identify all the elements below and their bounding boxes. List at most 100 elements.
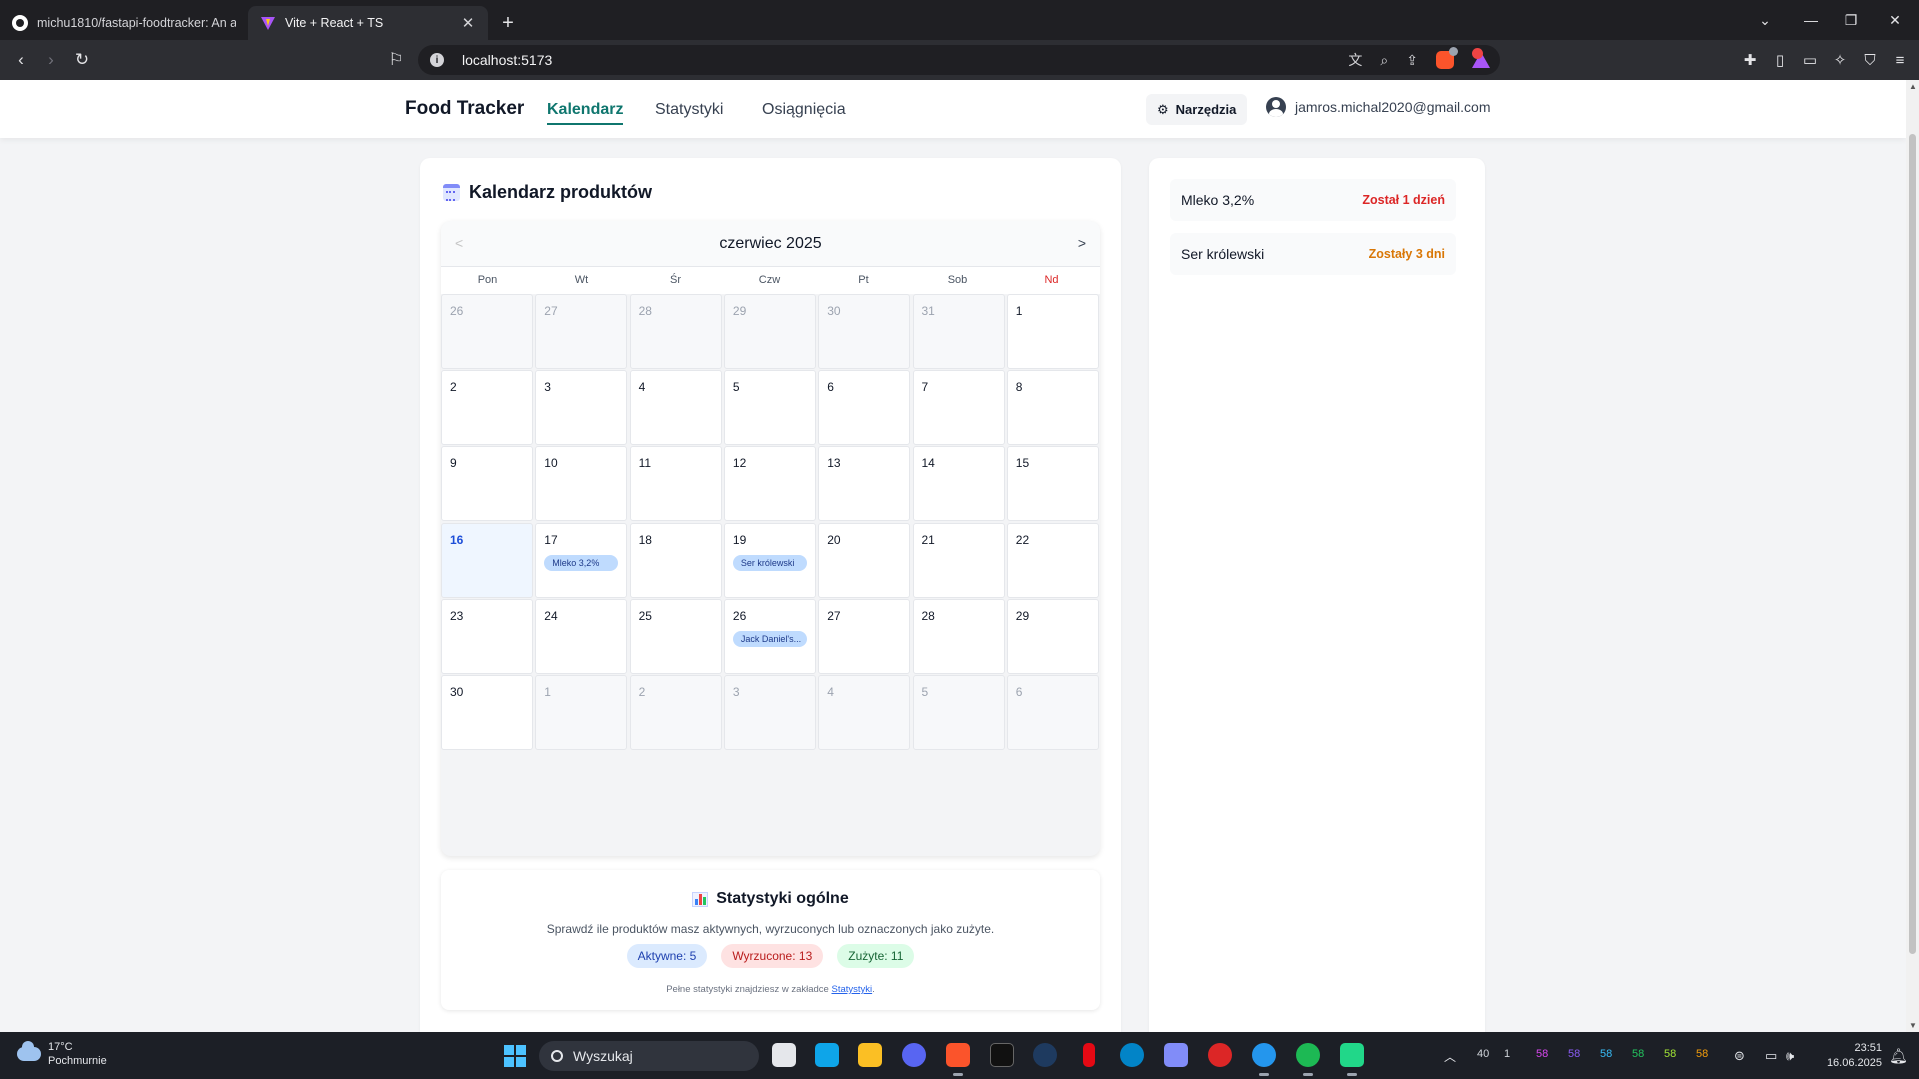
reload-icon[interactable]: ↻ — [67, 45, 97, 75]
calendar-day[interactable]: 2 — [441, 370, 533, 446]
task-view-icon[interactable] — [772, 1043, 796, 1067]
calendar-day[interactable]: 20 — [818, 522, 911, 598]
brave-shields-icon[interactable] — [1436, 47, 1458, 69]
scroll-up-icon[interactable]: ▲ — [1909, 82, 1917, 91]
page-scrollbar[interactable]: ▲ ▼ — [1906, 80, 1919, 1032]
calendar-day[interactable]: 26 — [441, 294, 533, 369]
tray-indicator[interactable]: 40 — [1477, 1048, 1489, 1060]
calendar-day[interactable]: 10 — [535, 446, 628, 522]
calendar-day[interactable]: 7 — [912, 370, 1005, 446]
calendar-day[interactable]: 14 — [912, 446, 1005, 522]
scroll-down-icon[interactable]: ▼ — [1909, 1021, 1917, 1030]
netflix-icon[interactable] — [1083, 1043, 1095, 1067]
notification-bell-icon[interactable]: 🔔︎ — [1889, 1047, 1908, 1065]
menu-icon[interactable]: ≡ — [1889, 49, 1911, 71]
calendar-day[interactable]: 8 — [1006, 370, 1099, 446]
start-button[interactable] — [504, 1045, 526, 1067]
tray-indicator[interactable]: 58 — [1536, 1048, 1548, 1060]
calendar-day[interactable]: 23 — [441, 598, 533, 674]
close-icon[interactable]: ✕ — [460, 14, 476, 32]
discord-icon[interactable] — [902, 1043, 926, 1067]
app-brand[interactable]: Food Tracker — [405, 98, 524, 120]
game-controller-icon[interactable] — [1164, 1043, 1188, 1067]
spotify-icon[interactable] — [1296, 1043, 1320, 1076]
new-tab-button[interactable]: + — [488, 6, 528, 40]
network-icon[interactable]: ⊜ — [1734, 1048, 1745, 1064]
calendar-day[interactable]: 2 — [629, 675, 722, 750]
brave-rewards-icon[interactable] — [1472, 48, 1490, 68]
system-clock[interactable]: 23:51 16.06.2025 — [1818, 1041, 1882, 1071]
chevron-up-icon[interactable]: ︿ — [1444, 1048, 1456, 1065]
browser-tab-github[interactable]: michu1810/fastapi-foodtracker: An a — [0, 6, 248, 40]
share-icon[interactable]: ⇪ — [1406, 52, 1418, 69]
nav-achievements[interactable]: Osiągnięcia — [762, 101, 846, 119]
pycharm-icon[interactable] — [1340, 1043, 1364, 1076]
back-icon[interactable]: ‹ — [6, 45, 36, 75]
remote-desktop-icon[interactable] — [1120, 1043, 1144, 1067]
epic-games-icon[interactable] — [990, 1043, 1014, 1067]
scrollbar-thumb[interactable] — [1909, 134, 1916, 954]
calendar-day[interactable]: 5 — [912, 675, 1005, 750]
calendar-day[interactable]: 21 — [912, 522, 1005, 598]
calendar-day[interactable]: 1 — [1006, 294, 1099, 369]
tray-indicator[interactable]: 58 — [1696, 1048, 1708, 1060]
calendar-day[interactable]: 26 Jack Daniel's... — [723, 598, 816, 674]
volume-icon[interactable]: 🕪 — [1786, 1048, 1794, 1064]
leo-ai-icon[interactable]: ✧ — [1829, 49, 1851, 71]
tray-indicator[interactable]: 58 — [1632, 1048, 1644, 1060]
extensions-icon[interactable]: ✚ — [1739, 49, 1761, 71]
vpn-icon[interactable]: ⛉ — [1859, 49, 1881, 71]
tray-indicator[interactable]: 1 — [1504, 1048, 1510, 1060]
zoom-icon[interactable]: ⌕ — [1380, 52, 1388, 69]
calendar-day[interactable]: 5 — [723, 370, 816, 446]
calendar-day[interactable]: 30 — [441, 675, 533, 750]
wallet-icon[interactable]: ▭ — [1799, 49, 1821, 71]
calendar-day[interactable]: 15 — [1006, 446, 1099, 522]
weather-widget[interactable]: 17°C Pochmurnie — [17, 1040, 107, 1068]
taskbar-search[interactable]: Wyszukaj — [539, 1041, 759, 1071]
calendar-day[interactable]: 19 Ser królewski — [723, 522, 816, 598]
tray-indicator[interactable]: 58 — [1568, 1048, 1580, 1060]
tray-indicator[interactable]: 58 — [1664, 1048, 1676, 1060]
calendar-day[interactable]: 3 — [723, 675, 816, 750]
file-explorer-icon[interactable] — [858, 1043, 882, 1067]
user-menu[interactable]: jamros.michal2020@gmail.com — [1266, 97, 1491, 117]
expiring-item[interactable]: Ser królewski Zostały 3 dni — [1170, 233, 1456, 275]
bookmark-icon[interactable]: ⚐ — [381, 45, 411, 75]
calendar-day[interactable]: 11 — [629, 446, 722, 522]
calendar-day[interactable]: 6 — [1006, 675, 1099, 750]
calendar-day[interactable]: 4 — [818, 675, 911, 750]
calendar-day[interactable]: 31 — [912, 294, 1005, 369]
mail-icon[interactable] — [815, 1043, 839, 1067]
product-event-pill[interactable]: Mleko 3,2% — [544, 554, 619, 571]
address-bar[interactable]: i localhost:5173 文 ⌕ ⇪ — [418, 45, 1500, 75]
calendar-day[interactable]: 22 — [1006, 522, 1099, 598]
chevron-down-icon[interactable]: ⌄ — [1742, 0, 1788, 40]
calendar-day[interactable]: 13 — [818, 446, 911, 522]
docker-icon[interactable] — [1252, 1043, 1276, 1076]
next-month-button[interactable]: > — [1078, 235, 1086, 251]
product-event-pill[interactable]: Jack Daniel's... — [732, 630, 807, 647]
calendar-day-today[interactable]: 16 — [441, 522, 533, 598]
product-event-pill[interactable]: Ser królewski — [732, 554, 807, 571]
calendar-day[interactable]: 12 — [723, 446, 816, 522]
calendar-day[interactable]: 3 — [535, 370, 628, 446]
restore-icon[interactable]: ❐ — [1828, 0, 1874, 40]
calendar-day[interactable]: 1 — [535, 675, 628, 750]
steam-icon[interactable] — [1033, 1043, 1057, 1067]
calendar-day[interactable]: 24 — [535, 598, 628, 674]
calendar-day[interactable]: 4 — [629, 370, 722, 446]
calendar-day[interactable]: 18 — [629, 522, 722, 598]
browser-tab-vite[interactable]: Vite + React + TS ✕ — [248, 6, 488, 40]
tray-indicator[interactable]: 58 — [1600, 1048, 1612, 1060]
nav-calendar[interactable]: Kalendarz — [547, 101, 624, 125]
calendar-day[interactable]: 28 — [912, 598, 1005, 674]
brave-browser-icon[interactable] — [946, 1043, 970, 1076]
site-info-icon[interactable]: i — [430, 53, 444, 67]
calendar-day[interactable]: 9 — [441, 446, 533, 522]
forward-icon[interactable]: › — [36, 45, 66, 75]
nav-statistics[interactable]: Statystyki — [655, 101, 723, 119]
calendar-day[interactable]: 28 — [629, 294, 722, 369]
app-red-icon[interactable] — [1208, 1043, 1232, 1067]
stats-link[interactable]: Statystyki — [831, 984, 872, 995]
